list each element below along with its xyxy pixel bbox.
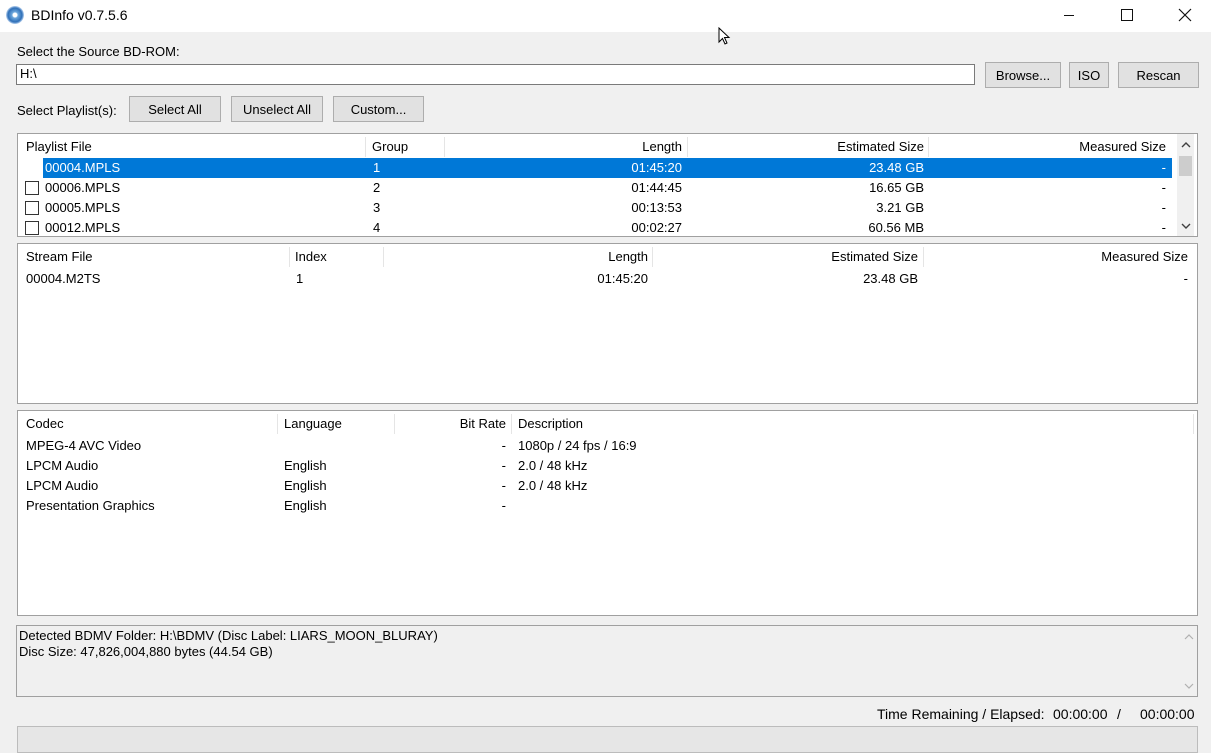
playlist-checkbox[interactable] [25, 221, 39, 235]
column-header-bit-rate[interactable]: Bit Rate [398, 411, 506, 435]
window-title: BDInfo v0.7.5.6 [31, 7, 128, 23]
playlist-group: 2 [373, 180, 381, 195]
column-header-stream-file[interactable]: Stream File [26, 244, 92, 268]
source-label: Select the Source BD-ROM: [17, 44, 180, 59]
chevron-up-icon[interactable] [1177, 136, 1194, 153]
column-header-estimated-size[interactable]: Estimated Size [658, 244, 918, 268]
playlist-file: 00004.MPLS [45, 160, 121, 175]
playlist-file[interactable]: 00012.MPLS [45, 218, 120, 236]
codec-description: 2.0 / 48 kHz [518, 458, 588, 473]
playlist-estimated-size: 3.21 GB [876, 200, 924, 215]
playlist-length: 01:45:20 [631, 160, 682, 175]
mouse-cursor-icon [718, 27, 731, 45]
maximize-button[interactable] [1098, 0, 1156, 30]
source-path-input[interactable]: H:\ [16, 64, 975, 85]
minimize-icon [1064, 14, 1074, 16]
playlist-length: 00:02:27 [631, 220, 682, 235]
playlist-group: 1 [373, 160, 381, 175]
playlist-estimated-size: 23.48 GB [869, 160, 924, 175]
codec-name[interactable]: Presentation Graphics [26, 496, 155, 516]
codec-bit-rate: - [501, 478, 506, 493]
stream-length: 01:45:20 [597, 271, 648, 286]
codec-name[interactable]: LPCM Audio [26, 456, 98, 476]
select-all-button[interactable]: Select All [129, 96, 221, 122]
column-header-group[interactable]: Group [372, 134, 408, 158]
column-header-length[interactable]: Length [448, 134, 682, 158]
playlist-measured-size: - [1161, 160, 1166, 175]
stream-estimated-size: 23.48 GB [863, 271, 918, 286]
rescan-button[interactable]: Rescan [1118, 62, 1199, 88]
playlist-checkbox[interactable] [25, 181, 39, 195]
unselect-all-button[interactable]: Unselect All [231, 96, 323, 122]
time-remaining-value: 00:00:00 [1053, 706, 1108, 722]
codec-language: English [284, 478, 327, 493]
playlist-file[interactable]: 00006.MPLS [45, 178, 120, 198]
chevron-down-icon[interactable] [1180, 677, 1197, 694]
playlist-measured-size: - [1161, 220, 1166, 235]
time-remaining-label: Time Remaining / Elapsed: [877, 706, 1045, 722]
playlist-group: 4 [373, 220, 381, 235]
codec-name[interactable]: MPEG-4 AVC Video [26, 436, 141, 456]
maximize-icon [1121, 9, 1133, 21]
playlist-file[interactable]: 00005.MPLS [45, 198, 120, 218]
column-header-codec[interactable]: Codec [26, 411, 64, 435]
codec-name[interactable]: LPCM Audio [26, 476, 98, 496]
codec-description: 1080p / 24 fps / 16:9 [518, 438, 637, 453]
codec-language: English [284, 498, 327, 513]
stream-list[interactable]: Stream File Index Length Estimated Size … [17, 243, 1198, 404]
log-scrollbar[interactable] [1180, 626, 1197, 696]
codec-bit-rate: - [501, 438, 506, 453]
playlist-measured-size: - [1161, 180, 1166, 195]
minimize-button[interactable] [1040, 0, 1098, 30]
time-separator: / [1117, 706, 1121, 722]
progress-bar [17, 726, 1198, 753]
close-icon [1178, 8, 1192, 22]
log-line: Detected BDMV Folder: H:\BDMV (Disc Labe… [19, 628, 438, 643]
disc-icon [6, 6, 24, 24]
codec-list[interactable]: Codec Language Bit Rate Description MPEG… [17, 410, 1198, 616]
column-header-description[interactable]: Description [518, 411, 583, 435]
custom-button[interactable]: Custom... [333, 96, 424, 122]
codec-language: English [284, 458, 327, 473]
stream-file[interactable]: 00004.M2TS [26, 269, 100, 289]
time-elapsed-value: 00:00:00 [1140, 706, 1195, 722]
playlist-checkbox[interactable] [25, 161, 39, 175]
playlist-group: 3 [373, 200, 381, 215]
column-header-index[interactable]: Index [295, 244, 327, 268]
playlist-estimated-size: 16.65 GB [869, 180, 924, 195]
codec-bit-rate: - [501, 458, 506, 473]
log-line: Disc Size: 47,826,004,880 bytes (44.54 G… [19, 644, 273, 659]
title-bar: BDInfo v0.7.5.6 [0, 0, 1211, 32]
playlist-estimated-size: 60.56 MB [868, 220, 924, 235]
info-log[interactable]: Detected BDMV Folder: H:\BDMV (Disc Labe… [16, 625, 1198, 697]
browse-button[interactable]: Browse... [985, 62, 1061, 88]
playlist-length: 00:13:53 [631, 200, 682, 215]
close-button[interactable] [1156, 0, 1211, 30]
iso-button[interactable]: ISO [1069, 62, 1109, 88]
playlist-scrollbar[interactable] [1177, 134, 1194, 236]
playlist-measured-size: - [1161, 200, 1166, 215]
column-header-length[interactable]: Length [388, 244, 648, 268]
column-header-language[interactable]: Language [284, 411, 342, 435]
column-header-measured-size[interactable]: Measured Size [932, 134, 1166, 158]
scrollbar-thumb[interactable] [1179, 156, 1192, 176]
codec-description: 2.0 / 48 kHz [518, 478, 588, 493]
playlist-length: 01:44:45 [631, 180, 682, 195]
column-header-playlist-file[interactable]: Playlist File [26, 134, 92, 158]
stream-index: 1 [296, 271, 304, 286]
chevron-down-icon[interactable] [1177, 217, 1194, 234]
column-header-measured-size[interactable]: Measured Size [928, 244, 1188, 268]
playlist-list[interactable]: Playlist File Group Length Estimated Siz… [17, 133, 1198, 237]
stream-measured-size: - [1183, 271, 1188, 286]
playlist-label: Select Playlist(s): [17, 103, 117, 118]
codec-bit-rate: - [501, 498, 506, 513]
column-header-estimated-size[interactable]: Estimated Size [690, 134, 924, 158]
playlist-checkbox[interactable] [25, 201, 39, 215]
chevron-up-icon[interactable] [1180, 628, 1197, 645]
